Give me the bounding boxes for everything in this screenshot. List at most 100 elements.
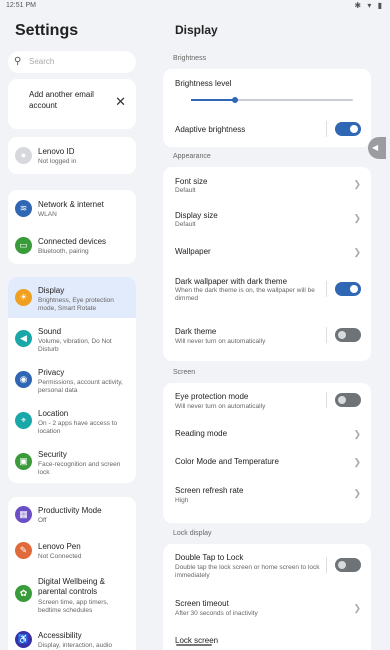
sidebar-item-digital-wellbeing[interactable]: ✿ Digital Wellbeing & parental controls … bbox=[8, 569, 136, 627]
sidebar-item-lenovo-pen[interactable]: ✎ Lenovo Pen Not Connected bbox=[8, 533, 136, 569]
sidebar-item-title: Connected devices bbox=[38, 237, 107, 246]
sidebar-item-title: Productivity Mode bbox=[38, 506, 102, 515]
chevron-right-icon: ❯ bbox=[353, 179, 361, 189]
side-panel-handle[interactable]: ◀ bbox=[368, 137, 386, 159]
sidebar-item-title: Lenovo Pen bbox=[38, 542, 81, 551]
chevron-right-icon: ❯ bbox=[353, 603, 361, 613]
sidebar-item-location[interactable]: ⌖ Location On - 2 apps have access to lo… bbox=[8, 400, 136, 441]
double-tap-row[interactable]: Double Tap to Lock Double tap the lock s… bbox=[163, 544, 371, 590]
screen-card: Eye protection mode Will never turn on a… bbox=[163, 383, 371, 523]
row-subtitle: Double tap the lock screen or home scree… bbox=[175, 564, 320, 579]
sidebar-item-sound[interactable]: ◀ Sound Volume, vibration, Do Not Distur… bbox=[8, 318, 136, 359]
divider bbox=[326, 557, 327, 573]
search-placeholder: Search bbox=[29, 57, 55, 66]
adaptive-brightness-row[interactable]: Adaptive brightness bbox=[163, 111, 371, 147]
lenovo-id-card[interactable]: ● Lenovo ID Not logged in bbox=[8, 137, 136, 174]
brightness-level-title: Brightness level bbox=[175, 79, 232, 88]
sidebar-item-subtitle: Face-recognition and screen lock bbox=[38, 461, 121, 476]
row-subtitle: High bbox=[175, 497, 189, 504]
display-settings-pane: Display Brightness Brightness level Adap… bbox=[163, 12, 386, 650]
wifi-icon: ≋ bbox=[15, 200, 32, 217]
lock-display-card: Double Tap to Lock Double tap the lock s… bbox=[163, 544, 371, 650]
add-account-card[interactable]: Add another email account ✕ bbox=[8, 79, 136, 129]
font-size-row[interactable]: Font size Default ❯ bbox=[163, 167, 371, 201]
row-subtitle: When the dark theme is on, the wallpaper… bbox=[175, 287, 315, 302]
divider bbox=[326, 392, 327, 408]
sidebar-item-title: Privacy bbox=[38, 368, 65, 377]
sidebar-item-subtitle: Display, interaction, audio bbox=[38, 642, 112, 649]
search-bar[interactable]: ⚲ Search bbox=[8, 51, 136, 73]
sidebar-item-title: Sound bbox=[38, 327, 62, 336]
toggle-knob bbox=[338, 561, 346, 569]
eye-protection-toggle[interactable] bbox=[335, 393, 361, 407]
brightness-level-row: Brightness level bbox=[163, 69, 371, 111]
divider bbox=[326, 121, 327, 137]
sidebar-item-connected-devices[interactable]: ▭ Connected devices Bluetooth, pairing bbox=[8, 227, 136, 264]
settings-sidebar: Settings ⚲ Search Add another email acco… bbox=[0, 12, 145, 650]
chevron-right-icon: ❯ bbox=[353, 457, 361, 467]
reading-mode-row[interactable]: Reading mode ❯ bbox=[163, 419, 371, 447]
screen-timeout-row[interactable]: Screen timeout After 30 seconds of inact… bbox=[163, 590, 371, 628]
scroll-indicator bbox=[176, 644, 212, 646]
dark-wallpaper-toggle[interactable] bbox=[335, 282, 361, 296]
sidebar-item-subtitle: Permissions, account activity, personal … bbox=[38, 379, 123, 394]
toggle-knob bbox=[350, 125, 358, 133]
avatar-icon: ● bbox=[15, 147, 32, 164]
sidebar-item-title: Security bbox=[38, 450, 67, 459]
row-title: Font size bbox=[175, 177, 208, 186]
row-title: Color Mode and Temperature bbox=[175, 457, 279, 466]
row-subtitle: Default bbox=[175, 221, 196, 228]
row-subtitle: Will never turn on automatically bbox=[175, 338, 266, 345]
sidebar-item-privacy[interactable]: ◉ Privacy Permissions, account activity,… bbox=[8, 359, 136, 400]
refresh-rate-row[interactable]: Screen refresh rate High ❯ bbox=[163, 477, 371, 523]
row-title: Display size bbox=[175, 211, 218, 220]
chevron-right-icon: ❯ bbox=[353, 213, 361, 223]
sidebar-item-title: Location bbox=[38, 409, 69, 418]
close-icon[interactable]: ✕ bbox=[115, 94, 126, 110]
section-lock-display: Lock display bbox=[173, 530, 212, 537]
eye-protection-row[interactable]: Eye protection mode Will never turn on a… bbox=[163, 383, 371, 419]
divider bbox=[326, 327, 327, 343]
brightness-slider-thumb[interactable] bbox=[231, 97, 238, 103]
sidebar-item-network[interactable]: ≋ Network & internet WLAN bbox=[8, 190, 136, 227]
status-bar: 12:51 PM ✱ ▾ ▮ bbox=[0, 0, 390, 12]
display-size-row[interactable]: Display size Default ❯ bbox=[163, 201, 371, 235]
wellbeing-icon: ✿ bbox=[15, 585, 32, 602]
sidebar-item-subtitle: WLAN bbox=[38, 211, 57, 218]
section-screen: Screen bbox=[173, 369, 196, 376]
dark-theme-toggle[interactable] bbox=[335, 328, 361, 342]
sidebar-item-title: Network & internet bbox=[38, 200, 104, 209]
sidebar-item-productivity[interactable]: ▦ Productivity Mode Off bbox=[8, 497, 136, 533]
page-title: Display bbox=[175, 23, 218, 37]
dark-theme-row[interactable]: Dark theme Will never turn on automatica… bbox=[163, 315, 371, 361]
sidebar-item-subtitle: Off bbox=[38, 517, 47, 524]
devices-icon: ▭ bbox=[15, 237, 32, 254]
sidebar-item-subtitle: On - 2 apps have access to location bbox=[38, 420, 118, 435]
accessibility-icon: ♿ bbox=[15, 631, 32, 648]
brightness-card: Brightness level Adaptive brightness bbox=[163, 69, 371, 147]
toggle-knob bbox=[338, 331, 346, 339]
sidebar-item-subtitle: Brightness, Eye protection mode, Smart R… bbox=[38, 297, 114, 312]
row-title: Double Tap to Lock bbox=[175, 553, 244, 562]
lock-screen-row[interactable]: Lock screen bbox=[163, 628, 371, 650]
more-group: ▦ Productivity Mode Off ✎ Lenovo Pen Not… bbox=[8, 497, 136, 650]
row-title: Dark theme bbox=[175, 327, 217, 336]
double-tap-toggle[interactable] bbox=[335, 558, 361, 572]
chevron-right-icon: ❯ bbox=[353, 429, 361, 439]
dark-wallpaper-row[interactable]: Dark wallpaper with dark theme When the … bbox=[163, 265, 371, 315]
wallpaper-row[interactable]: Wallpaper ❯ bbox=[163, 235, 371, 265]
sidebar-item-accessibility[interactable]: ♿ Accessibility Display, interaction, au… bbox=[8, 627, 136, 650]
sidebar-item-display[interactable]: ☀ Display Brightness, Eye protection mod… bbox=[8, 277, 136, 318]
brightness-slider[interactable] bbox=[191, 97, 353, 103]
section-brightness: Brightness bbox=[173, 55, 207, 62]
color-mode-row[interactable]: Color Mode and Temperature ❯ bbox=[163, 447, 371, 477]
sidebar-item-subtitle: Not Connected bbox=[38, 553, 82, 560]
privacy-icon: ◉ bbox=[15, 371, 32, 388]
row-title: Reading mode bbox=[175, 429, 228, 438]
adaptive-brightness-toggle[interactable] bbox=[335, 122, 361, 136]
productivity-icon: ▦ bbox=[15, 506, 32, 523]
row-title: Eye protection mode bbox=[175, 392, 249, 401]
sidebar-item-security[interactable]: ▣ Security Face-recognition and screen l… bbox=[8, 441, 136, 483]
section-appearance: Appearance bbox=[173, 153, 211, 160]
row-subtitle: Default bbox=[175, 187, 196, 194]
